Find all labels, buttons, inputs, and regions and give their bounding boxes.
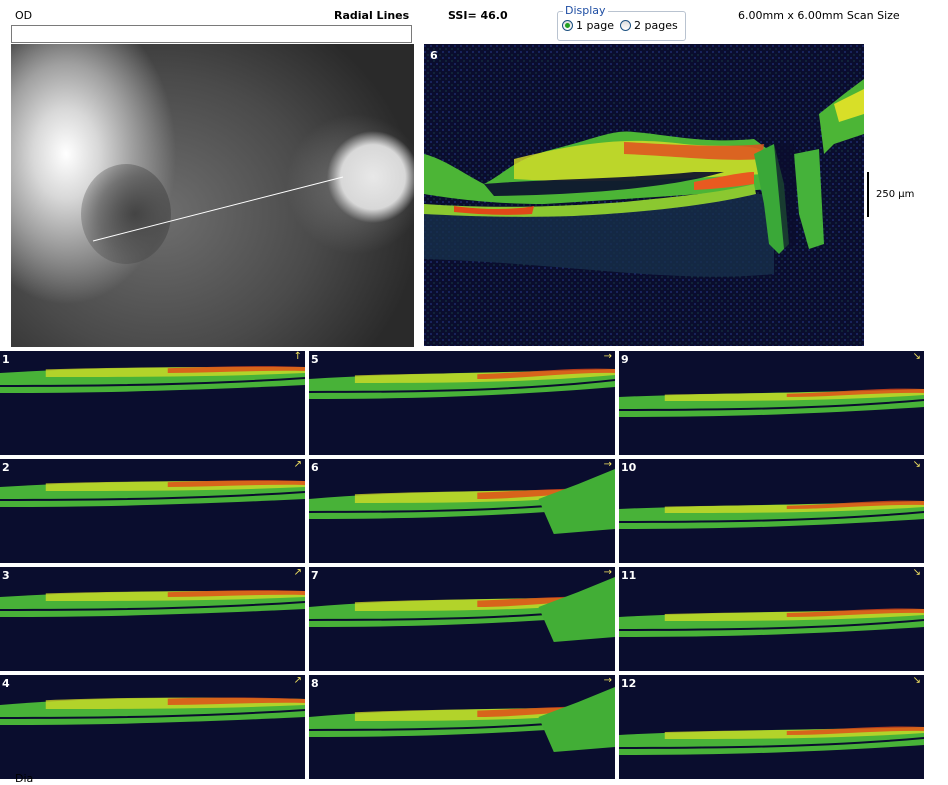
oct-thumbnail-number: 7 <box>311 569 319 582</box>
oct-thumbnail-number: 3 <box>2 569 10 582</box>
scan-direction-arrow-icon: ↗ <box>293 675 302 686</box>
scan-direction-arrow-icon: → <box>603 459 612 470</box>
display-2-pages-radio[interactable]: 2 pages <box>620 19 678 32</box>
oct-thumbnail-11[interactable]: 11 ↘ <box>619 567 924 671</box>
oct-thumbnail-number: 1 <box>2 353 10 366</box>
oct-thumbnail-image <box>619 726 924 755</box>
radio-checked-icon <box>562 20 573 31</box>
oct-thumbnail-4[interactable]: 4 ↗ <box>0 675 305 779</box>
oct-thumbnail-number: 12 <box>621 677 637 690</box>
oct-thumbnail-6[interactable]: 6 → <box>309 459 615 563</box>
oct-thumbnail-image <box>619 608 924 637</box>
scan-direction-arrow-icon: → <box>603 675 612 686</box>
oct-thumbnail-image <box>0 366 305 393</box>
scale-bar <box>867 172 869 217</box>
oct-thumbnail-image <box>309 577 615 642</box>
display-groupbox: Display 1 page 2 pages <box>557 4 686 41</box>
oct-thumbnail-7[interactable]: 7 → <box>309 567 615 671</box>
scan-direction-arrow-icon: ↘ <box>912 567 921 578</box>
oct-thumbnail-number: 2 <box>2 461 10 474</box>
display-legend: Display <box>563 4 608 17</box>
scan-line-overlay <box>92 176 344 242</box>
oct-thumbnail-image <box>309 687 615 752</box>
oct-thumbnail-1[interactable]: 1 ↑ <box>0 351 305 455</box>
oct-thumbnail-image <box>619 388 924 417</box>
scan-direction-arrow-icon: ↘ <box>912 459 921 470</box>
scan-size-label: 6.00mm x 6.00mm Scan Size <box>738 9 900 22</box>
scan-direction-arrow-icon: → <box>603 351 612 362</box>
radio-unchecked-icon <box>620 20 631 31</box>
footer-label: Dia <box>15 772 34 785</box>
scale-label: 250 µm <box>876 189 915 200</box>
oct-thumbnail-12[interactable]: 12 ↘ <box>619 675 924 779</box>
oct-thumbnail-number: 5 <box>311 353 319 366</box>
oct-thumbnail-image <box>309 368 615 399</box>
radio-label: 1 page <box>576 19 614 32</box>
ssi-value: SSI= 46.0 <box>448 9 508 22</box>
scan-direction-arrow-icon: ↗ <box>293 567 302 578</box>
oct-thumbnail-number: 11 <box>621 569 637 582</box>
comment-input[interactable] <box>11 25 412 43</box>
main-oct-image <box>424 44 864 346</box>
oct-thumbnail-image <box>0 480 305 507</box>
oct-thumbnail-3[interactable]: 3 ↗ <box>0 567 305 671</box>
oct-thumbnail-image <box>309 469 615 534</box>
oct-thumbnail-image <box>619 500 924 529</box>
scan-direction-arrow-icon: ↗ <box>293 459 302 470</box>
main-oct-number: 6 <box>430 49 438 62</box>
oct-thumbnail-number: 4 <box>2 677 10 690</box>
scan-direction-arrow-icon: ↘ <box>912 675 921 686</box>
oct-thumbnail-image <box>0 697 305 725</box>
display-1-page-radio[interactable]: 1 page <box>562 19 614 32</box>
oct-thumbnail-5[interactable]: 5 → <box>309 351 615 455</box>
scan-pattern-label: Radial Lines <box>334 9 410 22</box>
oct-thumbnail-image <box>0 590 305 617</box>
oct-thumbnail-10[interactable]: 10 ↘ <box>619 459 924 563</box>
oct-thumbnail-number: 9 <box>621 353 629 366</box>
main-oct-scan[interactable]: 6 <box>424 44 864 346</box>
scan-direction-arrow-icon: → <box>603 567 612 578</box>
oct-thumbnail-number: 8 <box>311 677 319 690</box>
oct-thumbnail-number: 6 <box>311 461 319 474</box>
oct-thumbnail-8[interactable]: 8 → <box>309 675 615 779</box>
scan-direction-arrow-icon: ↘ <box>912 351 921 362</box>
radio-label: 2 pages <box>634 19 678 32</box>
oct-thumbnail-9[interactable]: 9 ↘ <box>619 351 924 455</box>
oct-thumbnail-number: 10 <box>621 461 637 474</box>
eye-label: OD <box>15 9 33 22</box>
oct-thumbnail-2[interactable]: 2 ↗ <box>0 459 305 563</box>
fundus-image[interactable] <box>11 44 414 347</box>
scan-direction-arrow-icon: ↑ <box>293 351 302 362</box>
